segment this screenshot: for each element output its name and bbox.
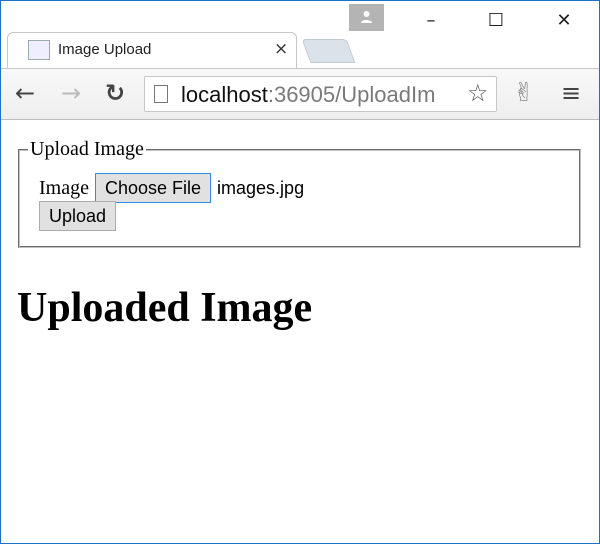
fieldset-legend: Upload Image: [30, 138, 144, 160]
star-icon[interactable]: ☆: [467, 79, 489, 107]
file-name: images.jpg: [217, 177, 305, 198]
page-heading: Uploaded Image: [17, 285, 313, 331]
favicon-icon: [28, 40, 50, 60]
tab-image-upload[interactable]: Image Upload ×: [7, 32, 297, 68]
minimize-button[interactable]: –: [416, 9, 446, 33]
arrow-left-icon[interactable]: ←: [15, 79, 35, 107]
url-host: localhost: [181, 82, 268, 107]
user-icon: [361, 11, 372, 23]
browser-toolbar: ← → ↻ localhost:36905/UploadIm ☆ ✌ ≡: [1, 68, 599, 120]
arrow-right-icon[interactable]: →: [61, 79, 81, 107]
upload-button[interactable]: Upload: [39, 201, 117, 231]
page-content: Upload Image Image Choose File images.jp…: [1, 121, 599, 543]
menu-icon[interactable]: ≡: [561, 79, 581, 107]
tab-close-icon[interactable]: ×: [274, 39, 288, 59]
profile-button[interactable]: [349, 4, 384, 31]
url-text[interactable]: localhost:36905/UploadIm: [181, 82, 471, 108]
maximize-button[interactable]: ☐: [481, 9, 511, 33]
new-tab-button[interactable]: [301, 39, 356, 63]
extension-icon[interactable]: ✌: [513, 79, 535, 107]
page-icon: [154, 85, 168, 103]
image-label: Image: [39, 176, 89, 199]
tab-title: Image Upload: [58, 41, 152, 58]
browser-window: – ☐ ✕ Image Upload × ← → ↻ localhost:369…: [0, 0, 600, 544]
reload-icon[interactable]: ↻: [105, 79, 125, 107]
choose-file-button[interactable]: Choose File: [94, 173, 212, 203]
close-window-button[interactable]: ✕: [549, 9, 579, 33]
title-bar: – ☐ ✕ Image Upload ×: [1, 1, 599, 75]
address-bar[interactable]: localhost:36905/UploadIm ☆: [144, 76, 497, 112]
url-path: :36905/UploadIm: [267, 82, 436, 107]
